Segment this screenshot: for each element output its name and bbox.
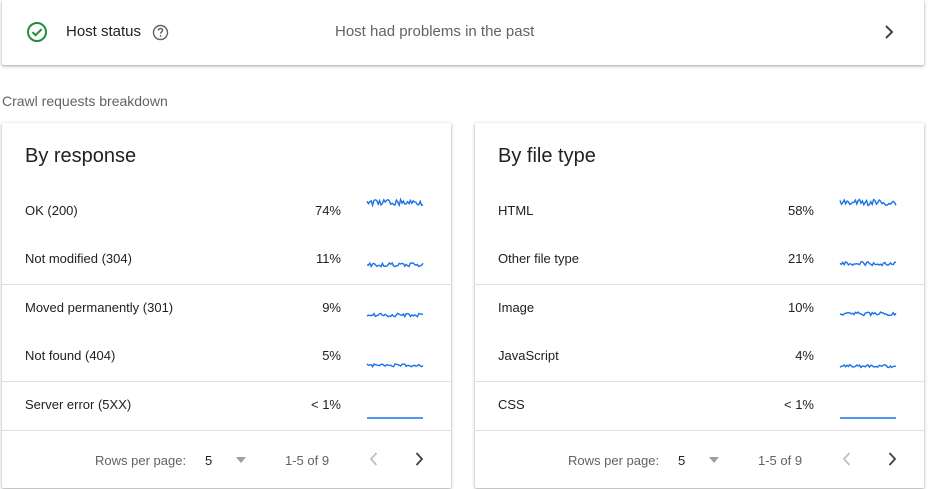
row-label: OK (200) — [25, 203, 78, 218]
sparkline — [839, 363, 897, 369]
by-response-card: By response OK (200) 74% Not modified (3… — [2, 123, 451, 488]
card-title: By response — [25, 145, 137, 167]
dropdown-arrow-icon[interactable] — [236, 457, 246, 463]
sparkline — [839, 311, 897, 317]
sparkline-line — [839, 363, 897, 369]
card-title: By file type — [498, 145, 596, 167]
sparkline — [367, 417, 423, 419]
sparkline — [839, 198, 897, 207]
row-label: CSS — [498, 397, 525, 412]
row-percent: < 1% — [784, 397, 814, 412]
row-percent: 4% — [795, 348, 814, 363]
chevron-right-icon[interactable] — [886, 451, 898, 467]
row-percent: 10% — [787, 300, 814, 315]
sparkline — [366, 197, 424, 208]
rows-per-page-select[interactable]: 5 — [205, 453, 212, 468]
list-item[interactable]: Image 10% — [475, 285, 924, 333]
row-percent: 11% — [315, 251, 341, 266]
sparkline-line — [366, 261, 424, 268]
check-circle-icon — [27, 22, 47, 42]
list-item[interactable]: Not found (404) 5% — [2, 333, 451, 381]
sparkline-line — [366, 197, 424, 208]
row-percent: 5% — [322, 348, 341, 363]
list-item[interactable]: Not modified (304) 11% — [2, 236, 451, 284]
row-percent: < 1% — [311, 397, 341, 412]
by-file-type-card: By file type HTML 58% Other file type 21… — [475, 123, 924, 488]
list-item[interactable]: OK (200) 74% — [2, 188, 451, 236]
divider — [475, 430, 924, 431]
pagination: Rows per page: 5 1-5 of 9 — [475, 432, 924, 488]
list-item[interactable]: HTML 58% — [475, 188, 924, 236]
rows-per-page-select[interactable]: 5 — [678, 453, 685, 468]
sparkline-line — [366, 312, 424, 319]
row-label: Not modified (304) — [25, 251, 132, 266]
sparkline — [366, 363, 424, 369]
page-range: 1-5 of 9 — [285, 453, 330, 468]
host-status-card[interactable]: Host status Host had problems in the pas… — [2, 0, 924, 65]
row-label: Server error (5XX) — [25, 397, 132, 412]
row-percent: 9% — [322, 300, 341, 315]
list-item[interactable]: Other file type 21% — [475, 236, 924, 284]
list-item[interactable]: Moved permanently (301) 9% — [2, 285, 451, 333]
chevron-left-icon[interactable] — [841, 451, 853, 467]
list-item[interactable]: JavaScript 4% — [475, 333, 924, 381]
row-percent: 58% — [787, 203, 814, 218]
sparkline — [366, 261, 424, 268]
sparkline — [366, 312, 424, 319]
row-label: HTML — [498, 203, 534, 218]
row-label: Image — [498, 300, 535, 315]
row-label: Not found (404) — [25, 348, 116, 363]
section-label: Crawl requests breakdown — [2, 93, 168, 109]
chevron-right-icon[interactable] — [413, 451, 425, 467]
row-label: Other file type — [498, 251, 579, 266]
row-percent: 21% — [787, 251, 814, 266]
list-item[interactable]: Server error (5XX) < 1% — [2, 382, 451, 430]
row-percent: 74% — [314, 203, 341, 218]
chevron-right-icon[interactable] — [882, 23, 896, 41]
page-range: 1-5 of 9 — [758, 453, 803, 468]
help-icon[interactable] — [152, 24, 169, 41]
sparkline-line — [839, 198, 897, 207]
sparkline — [839, 260, 897, 267]
pagination: Rows per page: 5 1-5 of 9 — [2, 432, 451, 488]
row-label: Moved permanently (301) — [25, 300, 174, 315]
rows-per-page-label: Rows per page: — [95, 453, 187, 468]
sparkline-line — [839, 260, 897, 267]
list-item[interactable]: CSS < 1% — [475, 382, 924, 430]
dropdown-arrow-icon[interactable] — [709, 457, 719, 463]
sparkline-line — [839, 311, 897, 317]
row-label: JavaScript — [498, 348, 559, 363]
sparkline — [840, 417, 896, 419]
chevron-left-icon[interactable] — [368, 451, 380, 467]
host-status-title: Host status — [66, 23, 142, 40]
sparkline-line — [366, 363, 424, 369]
host-status-text: Host had problems in the past — [335, 23, 535, 40]
divider — [2, 430, 451, 431]
rows-per-page-label: Rows per page: — [568, 453, 660, 468]
